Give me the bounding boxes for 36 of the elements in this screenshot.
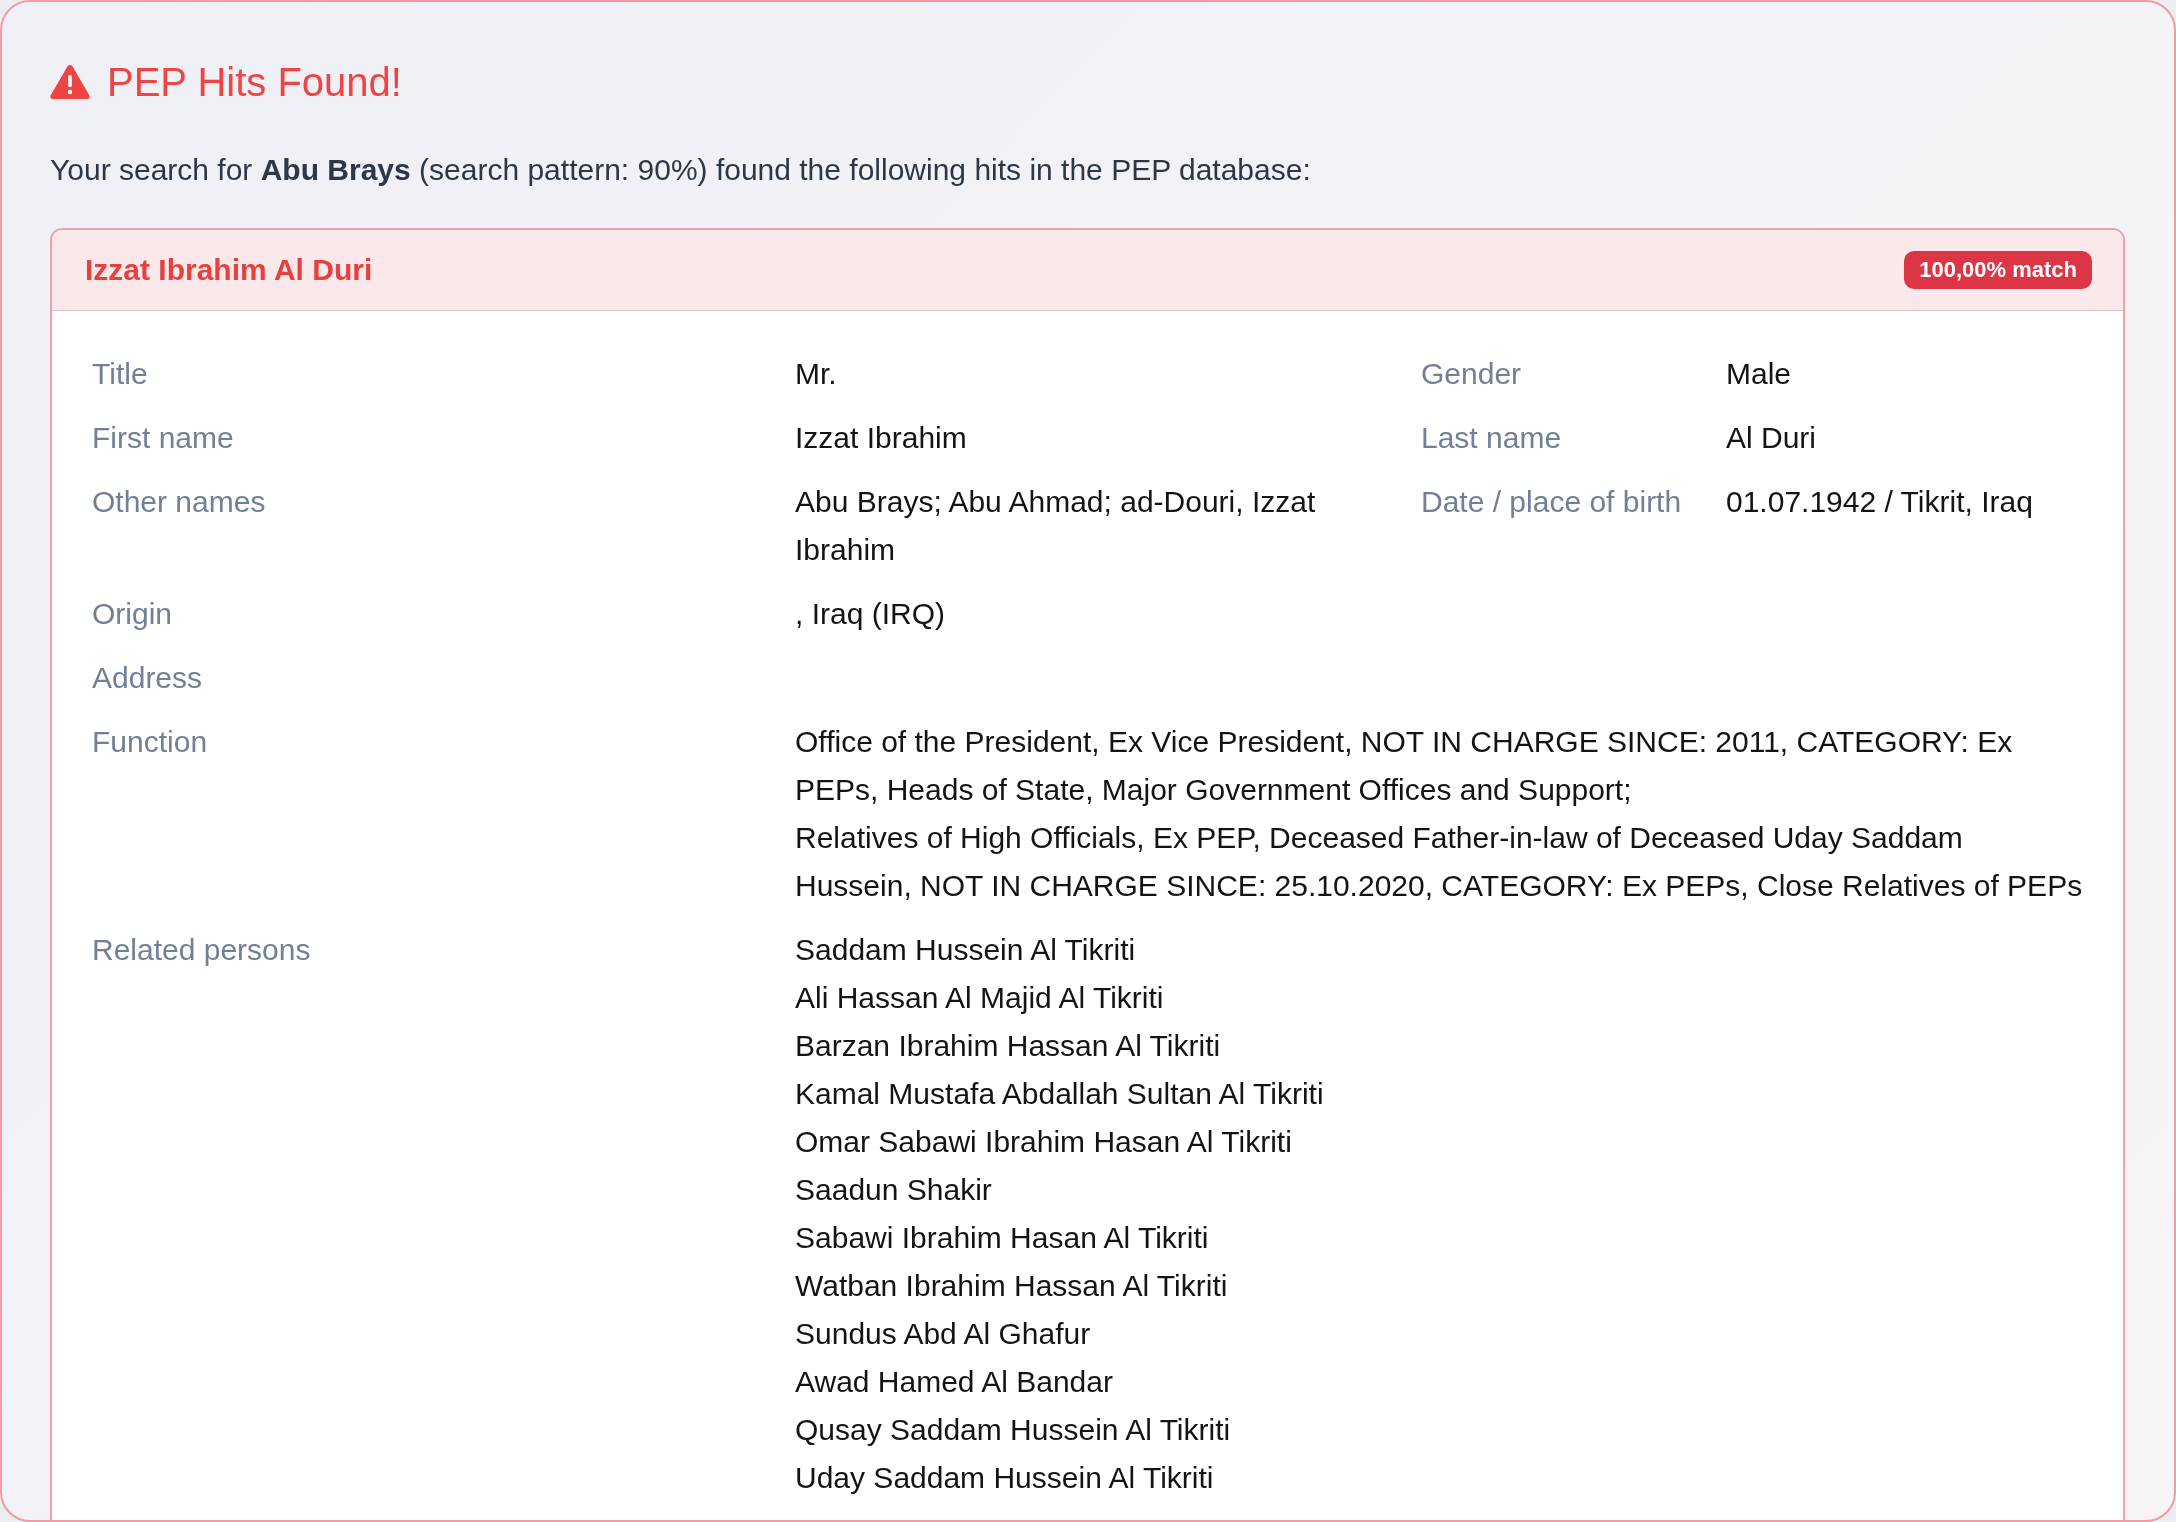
field-label: Other names <box>92 484 267 520</box>
field-label: Origin <box>92 596 174 632</box>
field-label: First name <box>92 420 235 456</box>
person-name: Izzat Ibrahim Al Duri <box>85 253 373 287</box>
function-text: Office of the President, Ex Vice President, NOT IN CHARGE SINCE: 2011, CATEGORY: Ex PEPs, Heads of State, Major Government Offices and Support; <box>795 724 2014 808</box>
related-person-name: Uday Saddam Hussein Al Tikriti <box>795 1460 1215 1496</box>
related-person-name: Barzan Ibrahim Hassan Al Tikriti <box>795 1028 1222 1064</box>
related-person-name: Awad Hamed Al Bandar <box>795 1364 1114 1400</box>
field-value: 01.07.1942 / Tikrit, Iraq <box>1726 484 2034 520</box>
summary-text: Your search for Abu Brays (search pattern: 90%) found the following hits in the PEP database: <box>50 152 1312 188</box>
field-label: Last name <box>1421 420 1563 456</box>
field-value: , Iraq (IRQ) <box>795 597 945 630</box>
field-value: Abu Brays; Abu Ahmad; ad-Douri, Izzat Ibrahim <box>795 484 1317 568</box>
related-person-name: Omar Sabawi Ibrahim Hasan Al Tikriti <box>795 1124 1293 1160</box>
field-value: Male <box>1726 356 1793 392</box>
related-person-name: Saadun Shakir <box>795 1172 993 1208</box>
related-person-name: Sundus Abd Al Ghafur <box>795 1316 1092 1352</box>
field-value: Al Duri <box>1726 420 1817 456</box>
match-badge: 100,00% match <box>1904 251 2092 289</box>
alert-title: PEP Hits Found! <box>107 59 402 106</box>
related-person-name: Kamal Mustafa Abdallah Sultan Al Tikriti <box>795 1076 1325 1112</box>
field-label: Date / place of birth <box>1421 484 1683 520</box>
field-value: Izzat Ibrahim <box>795 420 968 456</box>
warning-icon <box>50 65 90 99</box>
field-label: Address <box>92 660 204 696</box>
related-person-name: Qusay Saddam Hussein Al Tikriti <box>795 1412 1232 1448</box>
function-text: Relatives of High Officials, Ex PEP, Deceased Father-in-law of Deceased Uday Saddam Hussein, NOT IN CHARGE SINCE: 25.10.2020, CATEGORY: Ex PEPs, Close Relatives of PEPs <box>795 820 2084 904</box>
field-value: Mr. <box>795 356 838 392</box>
related-person-name: Watban Ibrahim Hassan Al Tikriti <box>795 1268 1229 1304</box>
field-label: Gender <box>1421 356 1523 392</box>
related-person-name: Ali Hassan Al Majid Al Tikriti <box>795 980 1165 1016</box>
related-person-name: Saddam Hussein Al Tikriti <box>795 932 1137 968</box>
related-person-name: Sabawi Ibrahim Hasan Al Tikriti <box>795 1220 1210 1256</box>
field-label: Function <box>92 724 209 760</box>
field-label: Related persons <box>92 932 312 968</box>
field-label: Title <box>92 356 149 392</box>
